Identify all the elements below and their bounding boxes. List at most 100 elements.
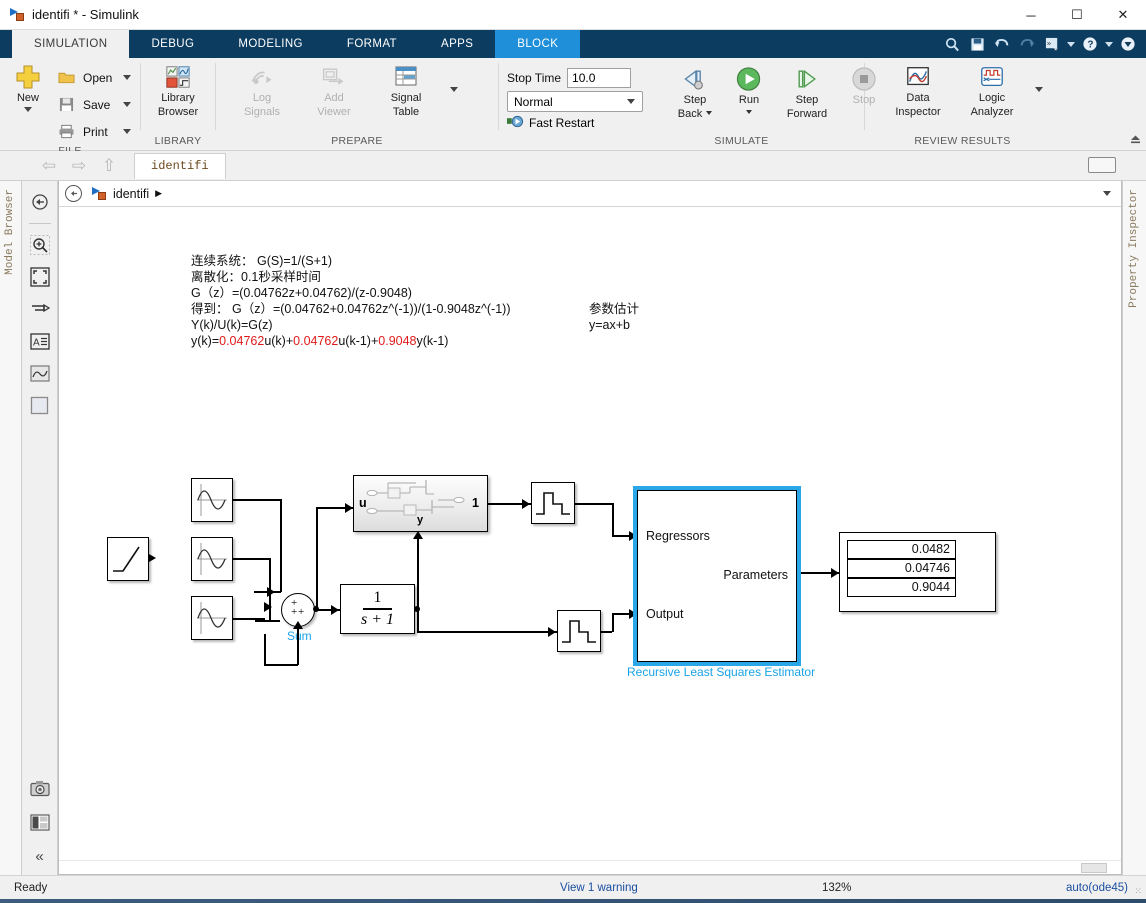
run-button[interactable]: Run [727, 64, 771, 120]
minimize-ribbon-icon[interactable] [1118, 34, 1138, 54]
redo-icon[interactable] [1017, 34, 1037, 54]
search-icon[interactable] [942, 34, 962, 54]
help-dropdown-icon[interactable] [1105, 41, 1113, 47]
rls-input-port-regressors: Regressors [646, 529, 710, 543]
prepare-more-icon[interactable] [450, 86, 458, 106]
stop-time-input[interactable] [567, 68, 632, 88]
undo-icon[interactable] [992, 34, 1012, 54]
scope-block-top[interactable] [531, 482, 575, 524]
sine-wave-block-2[interactable] [191, 537, 233, 581]
annotation-parameter-estimation[interactable]: 参数估计 [589, 301, 639, 317]
favorites-dropdown-icon[interactable] [1067, 41, 1075, 47]
keyboard-icon[interactable] [1088, 157, 1116, 173]
forward-arrow-icon[interactable]: ⇨ [66, 156, 92, 176]
maximize-button[interactable]: ☐ [1054, 0, 1100, 30]
step-forward-button[interactable]: Step Forward [779, 64, 835, 120]
save-button[interactable]: Save [50, 91, 134, 118]
tab-debug[interactable]: DEBUG [129, 30, 216, 58]
tab-simulation[interactable]: SIMULATION [12, 30, 130, 58]
layout-icon[interactable] [29, 811, 51, 833]
resize-grip-icon[interactable]: ⁙ [1134, 886, 1142, 897]
up-arrow-icon[interactable]: ⇧ [96, 156, 122, 176]
collapse-ribbon-icon[interactable] [1129, 133, 1142, 148]
pan-back-icon[interactable] [29, 191, 51, 213]
log-signals-button[interactable]: Log Signals [234, 62, 290, 118]
run-icon [736, 66, 762, 92]
scope-icon[interactable] [29, 362, 51, 384]
help-icon[interactable]: ? [1080, 34, 1100, 54]
sine-wave-block-1[interactable] [191, 478, 233, 522]
breadcrumb-dropdown-icon[interactable] [1103, 191, 1111, 196]
print-button[interactable]: Print [50, 118, 134, 145]
model-canvas[interactable]: 连续系统： G(S)=1/(S+1) 离散化：0.1秒采样时间 G（z）=(0.… [59, 207, 1121, 860]
annotation-linear-model[interactable]: y=ax+b [589, 317, 630, 333]
signal-lines-icon[interactable] [29, 298, 51, 320]
folder-icon [53, 65, 79, 91]
model-browser-tab[interactable]: Model Browser [0, 181, 22, 875]
annotation-yu-ratio[interactable]: Y(k)/U(k)=G(z) [191, 317, 273, 333]
transfer-function-block[interactable]: 1 s + 1 [340, 584, 415, 634]
simulation-mode-select[interactable]: Normal [507, 91, 643, 112]
favorites-icon[interactable]: » [1042, 34, 1062, 54]
signal-table-button[interactable]: Signal Table [378, 62, 434, 118]
fast-restart-toggle[interactable]: Fast Restart [507, 115, 643, 131]
tab-format[interactable]: FORMAT [325, 30, 419, 58]
tab-apps[interactable]: APPS [419, 30, 495, 58]
open-button[interactable]: Open [50, 64, 134, 91]
back-arrow-icon[interactable]: ⇦ [36, 156, 62, 176]
minimize-button[interactable]: ─ [1008, 0, 1054, 30]
sine-wave-block-3[interactable] [191, 596, 233, 640]
tab-modeling[interactable]: MODELING [216, 30, 325, 58]
recursive-least-squares-estimator-block[interactable]: Regressors Output Parameters [633, 486, 801, 666]
signal-table-icon [393, 64, 419, 90]
breadcrumb-model-name[interactable]: identifi [113, 187, 149, 201]
save-dropdown-icon[interactable] [123, 102, 131, 107]
property-inspector-tab[interactable]: Property Inspector [1122, 181, 1146, 875]
close-button[interactable]: ✕ [1100, 0, 1146, 30]
save-icon[interactable] [967, 34, 987, 54]
annotation-difference-equation[interactable]: y(k)=0.04762u(k)+0.04762u(k-1)+0.9048y(k… [191, 333, 448, 349]
library-browser-button[interactable]: Library Browser [147, 62, 209, 118]
status-warning-link[interactable]: View 1 warning [560, 882, 638, 894]
logic-analyzer-button[interactable]: Logic Analyzer [961, 62, 1023, 118]
display-block[interactable]: 0.0482 0.04746 0.9044 [839, 532, 996, 612]
open-dropdown-icon[interactable] [123, 75, 131, 80]
step-back-button[interactable]: Step Back [671, 64, 719, 120]
data-inspector-button[interactable]: Data Inspector [887, 62, 949, 118]
annotation-discretization[interactable]: 离散化：0.1秒采样时间 [191, 269, 321, 285]
tab-block[interactable]: BLOCK [495, 30, 581, 58]
new-button[interactable]: New [6, 62, 50, 112]
step-back-dropdown-icon[interactable] [706, 111, 713, 115]
breadcrumb-back-icon[interactable] [65, 185, 82, 202]
wire-sine2-arrow [264, 602, 272, 612]
status-zoom-level[interactable]: 132% [822, 882, 851, 894]
status-solver[interactable]: auto(ode45) [1066, 882, 1128, 894]
wire-scopebot-out [601, 631, 612, 633]
add-viewer-button[interactable]: Add Viewer [306, 62, 362, 118]
annotation-gz[interactable]: G（z）=(0.04762z+0.04762)/(z-0.9048) [191, 285, 412, 301]
chevron-down-icon[interactable] [627, 99, 635, 104]
subsystem-block[interactable]: u y 1 [353, 475, 488, 532]
annotation-icon[interactable]: A [29, 330, 51, 352]
run-dropdown-icon[interactable] [746, 110, 752, 114]
log-signals-icon [249, 64, 275, 90]
rls-output-port-parameters: Parameters [723, 568, 788, 582]
fit-to-view-icon[interactable] [29, 266, 51, 288]
model-tab-identifi[interactable]: identifi [134, 152, 226, 179]
rls-block-label[interactable]: Recursive Least Squares Estimator [627, 665, 815, 679]
canvas-horizontal-scrollbar[interactable] [59, 860, 1121, 874]
ramp-block[interactable] [107, 537, 149, 581]
canvas-tool-column-bottom: « [22, 777, 57, 867]
canvas-scroll-thumb[interactable] [1081, 863, 1107, 873]
camera-icon[interactable] [29, 777, 51, 799]
annotation-continuous-system[interactable]: 连续系统： G(S)=1/(S+1) [191, 253, 332, 269]
zoom-in-icon[interactable] [29, 234, 51, 256]
sum-block-label[interactable]: Sum [287, 629, 312, 643]
print-dropdown-icon[interactable] [123, 129, 131, 134]
scope-block-bottom[interactable] [557, 610, 601, 652]
collapse-icon[interactable]: « [29, 845, 51, 867]
annotation-gz-inverse[interactable]: 得到： G（z）=(0.04762+0.04762z^(-1))/(1-0.90… [191, 301, 511, 317]
new-dropdown-icon[interactable] [24, 107, 32, 112]
area-icon[interactable] [29, 394, 51, 416]
review-results-more-icon[interactable] [1035, 86, 1043, 106]
